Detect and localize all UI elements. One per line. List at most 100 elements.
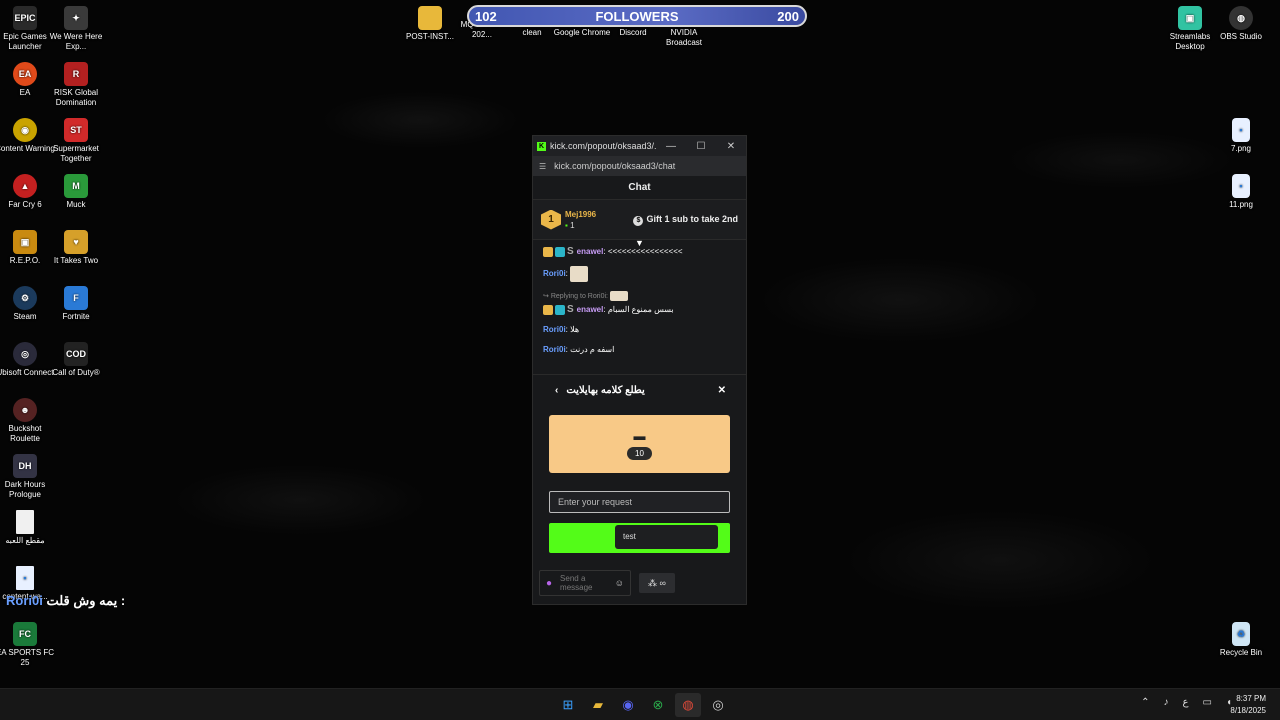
desktop-icon-supermarket[interactable]: ST Supermarket Together xyxy=(46,118,106,164)
reward-card: ▬ 10 xyxy=(549,415,730,473)
address-bar[interactable]: ☰ kick.com/popout/oksaad3/chat xyxy=(533,156,746,176)
far-cry-icon: ▲ xyxy=(13,174,37,198)
chat-username[interactable]: enawel xyxy=(577,247,604,256)
emote-image xyxy=(609,291,628,302)
file-icon xyxy=(16,510,34,534)
desktop-icon-7png[interactable]: ▪ 7.png xyxy=(1211,118,1271,154)
we-were-here-icon: ✦ xyxy=(64,6,88,30)
desktop-icon-risk[interactable]: R RISK Global Domination xyxy=(46,62,106,108)
content-warning-icon: ◉ xyxy=(13,118,37,142)
submit-request-button[interactable]: test xyxy=(549,523,730,553)
desktop-icon-11png[interactable]: ▪ 11.png xyxy=(1211,174,1271,210)
gift-cta-label: Gift 1 sub to take 2nd xyxy=(646,213,738,224)
desktop-icon-nvidia[interactable]: NVIDIA Broadcast xyxy=(654,28,714,48)
window-titlebar[interactable]: K kick.com/popout/oksaad3/... — ☐ ✕ xyxy=(533,136,746,156)
request-input[interactable] xyxy=(549,491,730,513)
chrome-icon[interactable]: ◍ xyxy=(675,693,701,717)
close-panel-icon[interactable]: ✕ xyxy=(718,385,726,396)
chat-text: بسس ممنوع السبام xyxy=(607,305,674,314)
obs-icon: ◍ xyxy=(1229,6,1253,30)
top-gifter-row: 1 Mej1996 1 $Gift 1 sub to take 2nd ▼ xyxy=(533,200,746,248)
mic-tray-icon[interactable]: ♪ xyxy=(1164,697,1169,708)
chat-messages: Senawel: <<<<<<<<<<<<<<<< Rori0i: ↪ Repl… xyxy=(533,240,746,355)
it-takes-two-icon: ♥ xyxy=(64,230,88,254)
chat-username[interactable]: enawel xyxy=(577,305,604,314)
rank-badge: 1 xyxy=(541,209,561,230)
overlay-username: Rori0i xyxy=(6,593,43,608)
gifter-name: Mej1996 xyxy=(565,209,597,219)
followers-label: FOLLOWERS xyxy=(595,8,679,24)
clock-date: 8/18/2025 xyxy=(1230,706,1266,715)
followers-current: 102 xyxy=(475,8,497,24)
chat-message: Rori0i: اسفه م درنت xyxy=(543,345,615,354)
start-button[interactable]: ⊞ xyxy=(555,693,581,717)
site-settings-icon[interactable]: ☰ xyxy=(539,162,546,171)
url-text: kick.com/popout/oksaad3/chat xyxy=(554,161,676,171)
chat-text: <<<<<<<<<<<<<<<< xyxy=(607,247,683,256)
ea-icon: EA xyxy=(13,62,37,86)
followers-goal: 200 xyxy=(777,8,799,24)
minimize-button[interactable]: — xyxy=(656,141,686,152)
dark-hours-icon: DH xyxy=(13,454,37,478)
autocomplete-tooltip[interactable]: test xyxy=(615,525,718,549)
desktop-icon-ea-fc[interactable]: FC EA SPORTS FC 25 xyxy=(0,622,55,668)
chat-username[interactable]: Rori0i xyxy=(543,269,566,278)
clock[interactable]: 8:37 PM 8/18/2025 xyxy=(1230,693,1266,717)
chat-message: Rori0i: xyxy=(543,266,736,282)
stream-overlay-chat: Rori0i يمه وش قلت : xyxy=(6,593,125,609)
epic-games-icon: EPIC xyxy=(13,6,37,30)
channel-points-button[interactable]: ⁂ ∞ xyxy=(639,573,675,593)
desktop-icon-obs[interactable]: ◍ OBS Studio xyxy=(1211,6,1271,42)
network-icon[interactable]: ▭ xyxy=(1203,697,1212,708)
chat-message: ↪ Replying to Rori0i: Senawel: بسس ممنوع… xyxy=(543,291,736,315)
mic-icon[interactable]: ● xyxy=(546,578,552,588)
desktop-icon-muck[interactable]: M Muck xyxy=(46,174,106,210)
language-indicator[interactable]: ع xyxy=(1183,697,1189,708)
kick-logo-icon: K xyxy=(537,141,546,151)
streamlabs-icon: ▣ xyxy=(1178,6,1202,30)
message-input[interactable]: ● Send a message ☺ xyxy=(539,570,631,596)
desktop-icon-we-were-here[interactable]: ✦ We Were Here Exp... xyxy=(46,6,106,52)
folder-icon xyxy=(418,6,442,30)
clock-time: 8:37 PM xyxy=(1236,694,1266,703)
buckshot-icon: ☻ xyxy=(13,398,37,422)
chat-composer: ● Send a message ☺ ⁂ ∞ xyxy=(539,570,740,596)
crown-badge-icon xyxy=(543,246,553,257)
steam-icon: ⚙ xyxy=(13,286,37,310)
obs-icon[interactable]: ◎ xyxy=(705,693,731,717)
desktop-icon-call-of-duty[interactable]: COD Call of Duty® xyxy=(46,342,106,378)
discord-icon[interactable]: ◉ xyxy=(615,693,641,717)
gifter-count: 1 xyxy=(565,220,596,231)
emote-image xyxy=(570,266,589,282)
top-gifter[interactable]: Mej1996 1 xyxy=(565,209,596,231)
desktop-icon-post-inst[interactable]: POST-INST... xyxy=(400,6,460,42)
supermarket-icon: ST xyxy=(64,118,88,142)
emoji-icon[interactable]: ☺ xyxy=(615,578,624,588)
chat-text: هلا xyxy=(570,325,580,334)
back-chevron-icon[interactable]: ‹ xyxy=(555,385,558,396)
file-explorer-icon[interactable]: ▰ xyxy=(585,693,611,717)
desktop-icon-buckshot[interactable]: ☻ Buckshot Roulette xyxy=(0,398,55,444)
reward-title: يطلع كلامه بهايلايت xyxy=(566,384,645,396)
desktop-icon-it-takes-two[interactable]: ♥ It Takes Two xyxy=(46,230,106,266)
chat-username[interactable]: Rori0i xyxy=(543,325,566,334)
desktop-icon-dark-hours[interactable]: DH Dark Hours Prologue xyxy=(0,454,55,500)
taskbar: ⊞ ▰ ◉ ⊗ ◍ ◎ ⌃ ♪ ع ▭ ◖ 8:37 PM 8/18/2025 xyxy=(0,688,1280,720)
chat-title: Chat xyxy=(533,176,746,200)
maximize-button[interactable]: ☐ xyxy=(686,141,716,152)
reward-request-panel: ‹ يطلع كلامه بهايلايت ✕ ▬ 10 test ● Send… xyxy=(533,374,746,604)
desktop-icon-game-clip[interactable]: مقطع اللعبه xyxy=(0,510,55,546)
chat-username[interactable]: Rori0i xyxy=(543,345,566,354)
ubisoft-icon: ◎ xyxy=(13,342,37,366)
xbox-icon[interactable]: ⊗ xyxy=(645,693,671,717)
desktop-icon-fortnite[interactable]: F Fortnite xyxy=(46,286,106,322)
desktop-icon-recycle-bin[interactable]: ♻ Recycle Bin xyxy=(1211,622,1271,658)
collapse-arrow-icon[interactable]: ▼ xyxy=(635,238,644,248)
gift-icon: $ xyxy=(633,215,644,226)
gift-sub-button[interactable]: $ Gift 1 sub to take 2nd xyxy=(633,214,738,226)
reward-cost: 10 xyxy=(627,446,652,460)
close-button[interactable]: ✕ xyxy=(716,141,746,152)
ticket-icon: ▬ xyxy=(633,428,646,443)
tray-overflow-icon[interactable]: ⌃ xyxy=(1141,697,1149,708)
vip-badge-icon xyxy=(555,304,565,315)
